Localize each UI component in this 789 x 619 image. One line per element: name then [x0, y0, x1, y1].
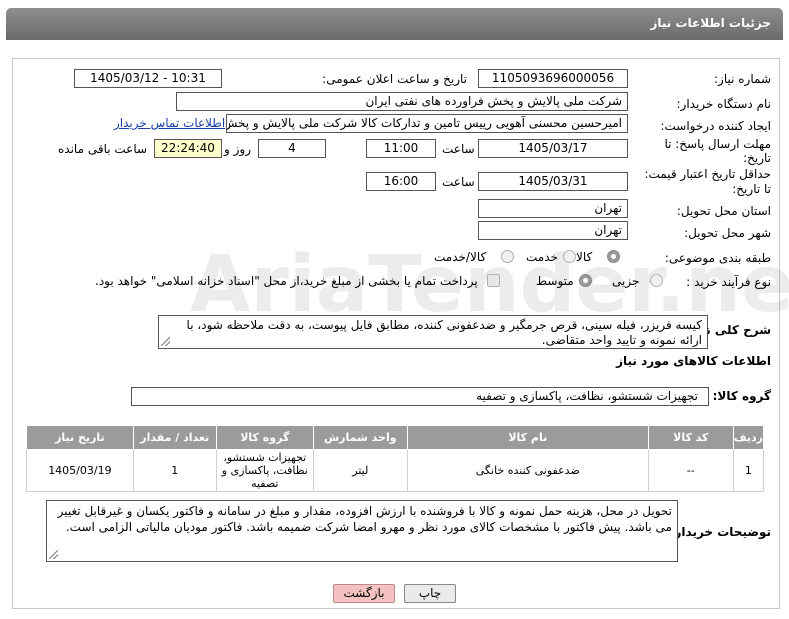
reply-deadline-label: مهلت ارسال پاسخ: تا	[664, 137, 771, 151]
col-date: تاریخ نیاز	[26, 425, 134, 450]
col-group: گروه کالا	[215, 425, 314, 450]
category-goods-label: کالا	[576, 250, 593, 264]
days-label: روز و	[224, 142, 251, 156]
price-validity-time-label: ساعت	[442, 175, 475, 189]
buyer-contact-link[interactable]: اطلاعات تماس خریدار	[114, 116, 225, 130]
process-medium-label: متوسط	[536, 274, 574, 288]
buyer-org-label: نام دستگاه خریدار:	[676, 97, 772, 111]
col-code: کد کالا	[647, 425, 734, 450]
resize-handle-icon[interactable]	[161, 337, 170, 346]
process-minor-label: جزیی	[612, 274, 640, 288]
buyer-notes-label: توضیحات خریدار:	[669, 525, 771, 539]
province-label: استان محل تحویل:	[676, 204, 771, 218]
category-label: طبقه بندی موضوعی:	[664, 251, 771, 265]
cell-name: ضدعفونی کننده خانگی	[406, 449, 649, 492]
print-button[interactable]: چاپ	[404, 584, 456, 603]
col-unit: واحد شمارش	[312, 425, 408, 450]
requester-label: ایجاد کننده درخواست:	[660, 119, 771, 133]
price-validity-time[interactable]: 16:00	[366, 172, 436, 191]
treasury-payment-checkbox[interactable]	[487, 274, 500, 287]
requester-field[interactable]: امیرحسین محسنی آهویی رییس تامین و تدارکا…	[226, 114, 628, 133]
general-desc-textarea[interactable]: کیسه فریزر، فیله سینی، قرص جرمگیر و ضدعف…	[158, 315, 708, 349]
price-validity-date[interactable]: 1405/03/31	[478, 172, 628, 191]
reply-deadline-label-2: تاریخ:	[743, 151, 771, 165]
category-goods-radio[interactable]	[607, 250, 620, 263]
category-goods-service-label: کالا/خدمت	[434, 250, 487, 264]
buyer-notes-textarea[interactable]: تحویل در محل، هزینه حمل نمونه و کالا با …	[46, 500, 678, 562]
time-remaining-field: 22:24:40	[154, 139, 222, 158]
city-field[interactable]: تهران	[478, 221, 628, 240]
cell-code: --	[647, 449, 734, 492]
time-remaining-label: ساعت باقی مانده	[58, 142, 148, 156]
need-number-label: شماره نیاز:	[714, 72, 771, 86]
price-validity-label: حداقل تاریخ اعتبار قیمت:	[644, 167, 771, 181]
need-number-field[interactable]: 1105093696000056	[478, 69, 628, 88]
goods-section-heading: اطلاعات کالاهای مورد نیاز	[616, 354, 771, 368]
process-medium-radio[interactable]	[579, 274, 592, 287]
table-row[interactable]: 1 -- ضدعفونی کننده خانگی لیتر تجهیزات شس…	[26, 449, 765, 492]
goods-table-header: ردیف کد کالا نام کالا واحد شمارش گروه کا…	[26, 425, 765, 450]
goods-group-field[interactable]: تجهیزات شستشو، نظافت، پاکسازی و تصفیه	[131, 387, 709, 406]
purchase-process-label: نوع فرآیند خرید :	[686, 275, 771, 289]
col-qty: تعداد / مقدار	[132, 425, 217, 450]
category-service-label: خدمت	[526, 250, 558, 264]
cell-group: تجهیزات شستشو، نظافت، پاکسازی و تصفیه	[215, 449, 314, 492]
category-goods-service-radio[interactable]	[501, 250, 514, 263]
price-validity-label-2: تا تاریخ:	[732, 182, 771, 196]
city-label: شهر محل تحویل:	[684, 226, 771, 240]
cell-qty: 1	[132, 449, 217, 492]
reply-time-label: ساعت	[442, 142, 475, 156]
reply-deadline-time[interactable]: 11:00	[366, 139, 436, 158]
buyer-org-field[interactable]: شرکت ملی پالایش و پخش فراورده های نفتی ا…	[176, 92, 628, 111]
general-desc-text: کیسه فریزر، فیله سینی، قرص جرمگیر و ضدعف…	[186, 318, 702, 347]
resize-handle-icon[interactable]	[49, 550, 58, 559]
window-title-bar: جزئیات اطلاعات نیاز	[6, 8, 783, 40]
cell-unit: لیتر	[312, 449, 408, 492]
treasury-payment-note: پرداخت تمام یا بخشی از مبلغ خرید،از محل …	[95, 274, 478, 288]
goods-group-label: گروه کالا:	[712, 389, 771, 403]
announce-datetime-field[interactable]: 1405/03/12 - 10:31	[74, 69, 222, 88]
back-button[interactable]: بازگشت	[333, 584, 395, 603]
cell-date: 1405/03/19	[26, 449, 134, 492]
col-row: ردیف	[732, 425, 765, 450]
announce-datetime-label: تاریخ و ساعت اعلان عمومی:	[322, 72, 467, 86]
category-service-radio[interactable]	[563, 250, 576, 263]
goods-table: ردیف کد کالا نام کالا واحد شمارش گروه کا…	[26, 425, 765, 492]
days-remaining-field[interactable]: 4	[258, 139, 326, 158]
process-minor-radio[interactable]	[650, 274, 663, 287]
province-field[interactable]: تهران	[478, 199, 628, 218]
col-name: نام کالا	[406, 425, 649, 450]
cell-row: 1	[732, 449, 765, 492]
window-title: جزئیات اطلاعات نیاز	[650, 16, 771, 30]
reply-deadline-date[interactable]: 1405/03/17	[478, 139, 628, 158]
buyer-notes-text: تحویل در محل، هزینه حمل نمونه و کالا با …	[57, 504, 672, 534]
